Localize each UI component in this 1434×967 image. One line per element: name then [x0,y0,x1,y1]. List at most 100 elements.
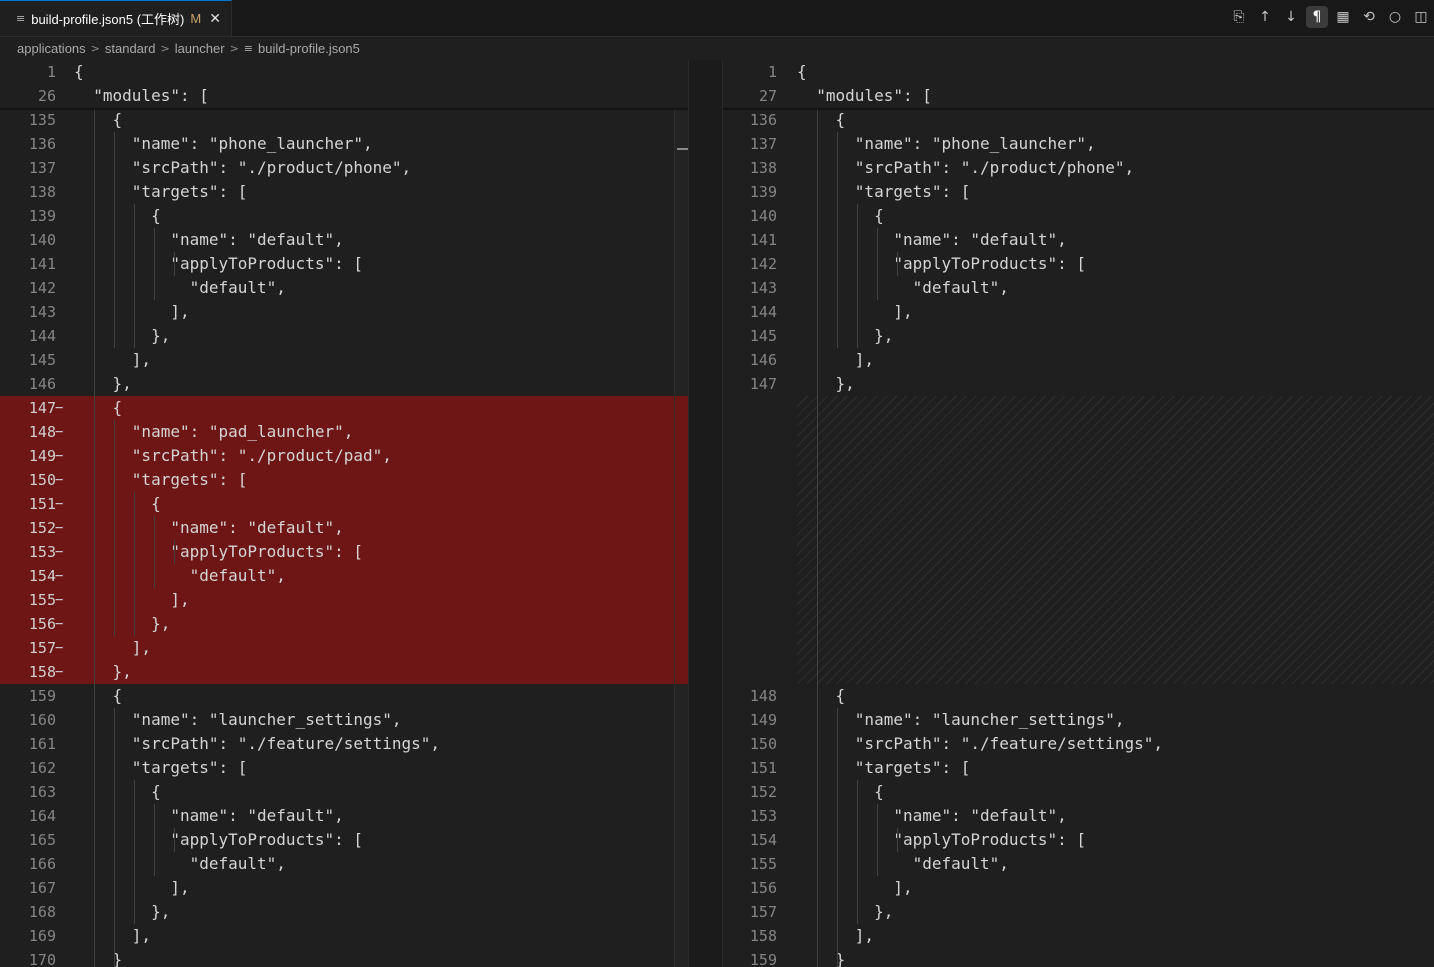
vertical-scrollbar[interactable] [674,60,689,967]
line-number: 147 [749,375,777,393]
line-number: 139 [749,183,777,201]
code-text: "srcPath": "./product/phone", [74,158,412,177]
original-editor-pane[interactable]: 1{26 "modules": [135 {136 "name": "phone… [0,60,688,967]
revert-icon[interactable]: ○ [1384,6,1406,28]
code-line[interactable]: 162 "targets": [ [0,756,688,780]
line-number: 141 [28,255,56,273]
removed-code-line[interactable]: 155− ], [0,588,688,612]
removed-line-marker: − [55,424,64,440]
removed-code-line[interactable]: 156− }, [0,612,688,636]
line-number: 1 [46,63,56,81]
removed-code-line[interactable]: 151− { [0,492,688,516]
removed-line-marker: − [55,400,64,416]
code-text: "applyToProducts": [ [74,254,363,273]
sticky-scroll-line[interactable]: 1{ [723,60,1434,84]
removed-code-line[interactable]: 149− "srcPath": "./product/pad", [0,444,688,468]
code-line[interactable]: 136 { [723,108,1434,132]
previous-change-icon[interactable]: ↑ [1254,6,1276,28]
editor-tab[interactable]: ≡ build-profile.json5 (工作树) M ✕ [0,0,232,36]
code-line[interactable]: 135 { [0,108,688,132]
line-number: 135 [28,111,56,129]
code-line[interactable]: 138 "srcPath": "./product/phone", [723,156,1434,180]
code-line[interactable]: 155 "default", [723,852,1434,876]
breadcrumb-item[interactable]: build-profile.json5 [258,41,360,56]
code-line[interactable]: 156 ], [723,876,1434,900]
sticky-scroll-line[interactable]: 27 "modules": [ [723,84,1434,108]
code-line[interactable]: 150 "srcPath": "./feature/settings", [723,732,1434,756]
removed-code-line[interactable]: 147− { [0,396,688,420]
close-icon[interactable]: ✕ [209,11,221,27]
code-line[interactable]: 145 }, [723,324,1434,348]
code-line[interactable]: 158 ], [723,924,1434,948]
code-text: { [74,686,123,705]
sticky-scroll-line[interactable]: 26 "modules": [ [0,84,688,108]
code-line[interactable]: 138 "targets": [ [0,180,688,204]
code-line[interactable]: 159 { [0,684,688,708]
code-line[interactable]: 140 "name": "default", [0,228,688,252]
removed-change-marker [675,396,689,684]
code-line[interactable]: 149 "name": "launcher_settings", [723,708,1434,732]
code-line[interactable]: 145 ], [0,348,688,372]
line-number: 27 [758,87,777,105]
code-line[interactable]: 165 "applyToProducts": [ [0,828,688,852]
code-text: "default", [797,854,1009,873]
code-line[interactable]: 146 ], [723,348,1434,372]
code-line[interactable]: 167 ], [0,876,688,900]
sticky-scroll-line[interactable]: 1{ [0,60,688,84]
breadcrumb-item[interactable]: applications [17,41,86,56]
code-line[interactable]: 166 "default", [0,852,688,876]
code-line[interactable]: 152 { [723,780,1434,804]
line-number: 156 [28,615,56,633]
code-line[interactable]: 163 { [0,780,688,804]
removed-code-line[interactable]: 154− "default", [0,564,688,588]
code-line[interactable]: 146 }, [0,372,688,396]
removed-code-line[interactable]: 148− "name": "pad_launcher", [0,420,688,444]
whitespace-toggle-icon[interactable]: ¶ [1306,6,1328,28]
removed-code-line[interactable]: 152− "name": "default", [0,516,688,540]
breadcrumb-item[interactable]: launcher [175,41,225,56]
code-line[interactable]: 159 } [723,948,1434,967]
code-line[interactable]: 144 ], [723,300,1434,324]
code-line[interactable]: 148 { [723,684,1434,708]
code-text: { [74,206,161,225]
code-line[interactable]: 142 "default", [0,276,688,300]
removed-code-line[interactable]: 153− "applyToProducts": [ [0,540,688,564]
indent-guide [174,252,175,276]
code-line[interactable]: 153 "name": "default", [723,804,1434,828]
code-line[interactable]: 143 "default", [723,276,1434,300]
code-line[interactable]: 139 { [0,204,688,228]
line-number: 155 [749,855,777,873]
code-line[interactable]: 143 ], [0,300,688,324]
code-line[interactable]: 164 "name": "default", [0,804,688,828]
next-change-icon[interactable]: ↓ [1280,6,1302,28]
code-line[interactable]: 168 }, [0,900,688,924]
open-changes-icon[interactable]: ⟲ [1358,6,1380,28]
code-line[interactable]: 147 }, [723,372,1434,396]
code-line[interactable]: 170 } [0,948,688,967]
split-editor-icon[interactable]: ◫ [1410,6,1432,28]
code-line[interactable]: 154 "applyToProducts": [ [723,828,1434,852]
code-line[interactable]: 136 "name": "phone_launcher", [0,132,688,156]
code-line[interactable]: 137 "srcPath": "./product/phone", [0,156,688,180]
code-line[interactable]: 141 "name": "default", [723,228,1434,252]
code-line[interactable]: 141 "applyToProducts": [ [0,252,688,276]
code-line[interactable]: 169 ], [0,924,688,948]
code-line[interactable]: 137 "name": "phone_launcher", [723,132,1434,156]
code-line[interactable]: 161 "srcPath": "./feature/settings", [0,732,688,756]
code-line[interactable]: 140 { [723,204,1434,228]
code-line[interactable]: 151 "targets": [ [723,756,1434,780]
minimap-icon[interactable]: ▦ [1332,6,1354,28]
code-line[interactable]: 157 }, [723,900,1434,924]
code-line[interactable]: 142 "applyToProducts": [ [723,252,1434,276]
removed-code-line[interactable]: 157− ], [0,636,688,660]
code-text: ], [797,878,913,897]
line-number: 143 [28,303,56,321]
code-line[interactable]: 160 "name": "launcher_settings", [0,708,688,732]
code-line[interactable]: 144 }, [0,324,688,348]
modified-editor-pane[interactable]: 1{27 "modules": [136 {137 "name": "phone… [723,60,1434,967]
breadcrumb-item[interactable]: standard [105,41,156,56]
open-file-icon[interactable]: ⎘ [1228,6,1250,28]
removed-code-line[interactable]: 150− "targets": [ [0,468,688,492]
removed-code-line[interactable]: 158− }, [0,660,688,684]
code-line[interactable]: 139 "targets": [ [723,180,1434,204]
